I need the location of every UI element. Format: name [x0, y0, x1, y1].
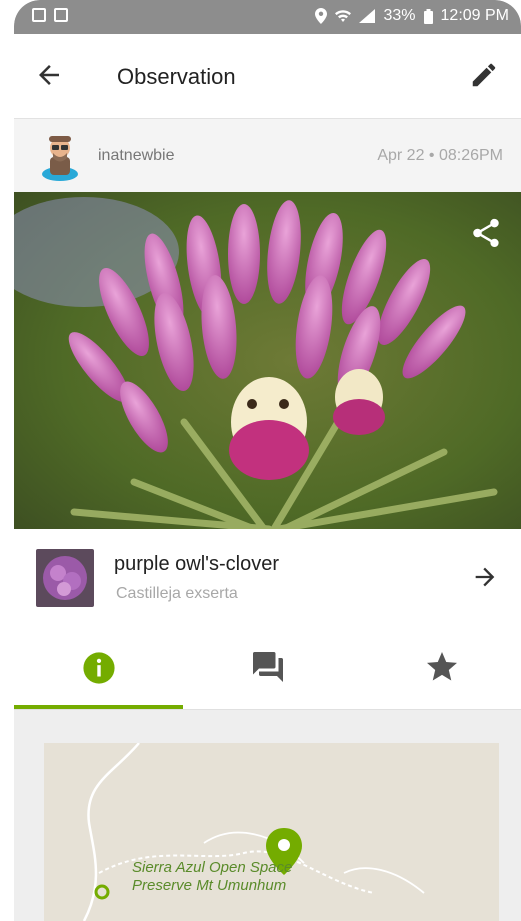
- signal-icon: [359, 9, 376, 23]
- status-bar: 33% 12:09 PM: [14, 0, 521, 34]
- phone-screen: 33% 12:09 PM Observation inatnewbie Apr …: [14, 0, 521, 921]
- map-place-label: Sierra Azul Open Space Preserve Mt Umunh…: [132, 859, 292, 895]
- avatar[interactable]: [36, 131, 84, 181]
- tab-info[interactable]: [14, 629, 183, 709]
- tab-favorites[interactable]: [352, 629, 521, 709]
- taxon-scientific-name: Castilleja exserta: [116, 585, 238, 602]
- location-icon: [315, 8, 328, 24]
- comments-icon: [253, 652, 283, 682]
- info-icon: [83, 652, 115, 684]
- taxon-open-button[interactable]: [471, 563, 499, 598]
- status-right: 33% 12:09 PM: [315, 7, 509, 25]
- pencil-icon: [472, 63, 496, 87]
- taxon-common-name: purple owl's-clover: [114, 553, 279, 575]
- tab-bar: [14, 629, 521, 710]
- back-button[interactable]: [34, 60, 64, 90]
- active-tab-indicator: [14, 705, 183, 709]
- username[interactable]: inatnewbie: [98, 147, 175, 165]
- battery-percent: 33%: [383, 7, 416, 24]
- gallery-notification-icon: [54, 8, 68, 22]
- map-place-line1: Sierra Azul Open Space: [132, 859, 293, 876]
- page-title: Observation: [117, 64, 236, 89]
- arrow-back-icon: [39, 65, 59, 85]
- taxon-thumbnail-image: [36, 549, 94, 607]
- user-avatar-icon: [42, 136, 78, 181]
- app-bar: Observation: [14, 34, 521, 118]
- taxon-row[interactable]: purple owl's-clover Castilleja exserta: [14, 529, 521, 629]
- arrow-forward-icon: [475, 567, 495, 587]
- clock: 12:09 PM: [440, 7, 509, 24]
- share-icon: [473, 218, 499, 248]
- edit-button[interactable]: [469, 60, 499, 90]
- status-notification-icons: [32, 8, 68, 22]
- observation-date: Apr 22 • 08:26PM: [377, 147, 503, 164]
- star-icon: [427, 652, 457, 681]
- location-map[interactable]: Sierra Azul Open Space Preserve Mt Umunh…: [44, 743, 499, 921]
- share-button[interactable]: [469, 216, 503, 250]
- notification-icon: [32, 8, 46, 22]
- taxon-thumbnail: [36, 549, 94, 607]
- map-place-line2: Preserve Mt Umunhum: [132, 877, 287, 894]
- wifi-icon: [335, 10, 352, 22]
- battery-icon: [423, 8, 433, 24]
- map-section: Sierra Azul Open Space Preserve Mt Umunh…: [14, 710, 521, 921]
- observer-row[interactable]: inatnewbie Apr 22 • 08:26PM: [14, 118, 521, 193]
- observation-photo[interactable]: [14, 192, 521, 529]
- flower-photo-image: [14, 192, 521, 529]
- tab-comments[interactable]: [183, 629, 352, 709]
